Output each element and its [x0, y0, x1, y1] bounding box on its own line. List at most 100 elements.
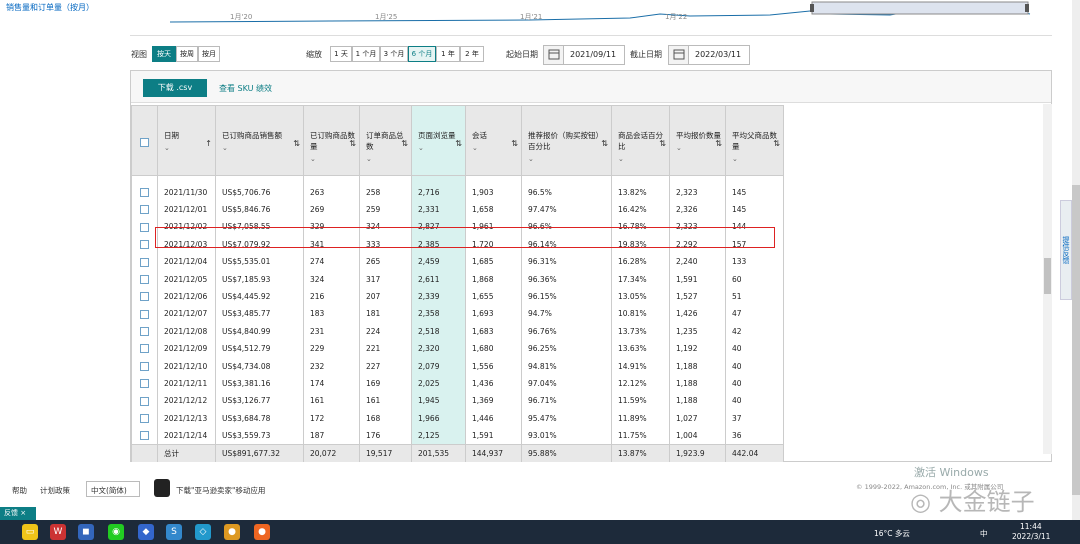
- page-scroll-thumb[interactable]: [1072, 185, 1080, 495]
- table-row[interactable]: 2021/12/01 US$5,846.76 269 259 2,331 1,658 97.…: [131, 200, 784, 219]
- col-sales[interactable]: 已订购商品销售额 ⌄ ⇅: [215, 105, 304, 176]
- sort-icon[interactable]: ⇅: [349, 138, 356, 149]
- browser-tab[interactable]: 反馈 ×: [0, 507, 36, 520]
- row-checkbox[interactable]: [140, 240, 149, 250]
- row-checkbox-cell[interactable]: [131, 357, 158, 375]
- row-checkbox-cell[interactable]: [131, 374, 158, 393]
- table-row[interactable]: 2021/12/10 US$4,734.08 232 227 2,079 1,556 94.…: [131, 357, 784, 375]
- zoom-6m-button[interactable]: 6 个月: [408, 46, 436, 62]
- wps-icon[interactable]: W: [50, 524, 66, 540]
- row-checkbox-cell[interactable]: [131, 340, 158, 358]
- ime-indicator[interactable]: 中: [980, 528, 988, 539]
- col-units[interactable]: 已订购商品数量 ⌄ ⇅: [303, 105, 360, 176]
- col-order-items[interactable]: 订单商品总数 ⌄ ⇅: [359, 105, 412, 176]
- app-icon[interactable]: S: [166, 524, 182, 540]
- col-buybox[interactable]: 推荐报价（购买按钮）百分比 ⌄ ⇅: [521, 105, 612, 176]
- row-checkbox[interactable]: [140, 187, 149, 197]
- table-row[interactable]: 2021/11/30 US$5,706.76 263 258 2,716 1,903 96.…: [131, 183, 784, 201]
- sort-icon[interactable]: ⇅: [715, 138, 722, 149]
- table-row[interactable]: 2021/12/08 US$4,840.99 231 224 2,518 1,683 96.…: [131, 322, 784, 341]
- row-checkbox[interactable]: [140, 361, 149, 371]
- sort-icon[interactable]: ⇅: [293, 138, 300, 149]
- col-avg-parent[interactable]: 平均父商品数量 ⌄ ⇅: [725, 105, 784, 176]
- row-checkbox-cell[interactable]: [131, 287, 158, 306]
- row-checkbox-cell[interactable]: [131, 305, 158, 323]
- select-all-checkbox[interactable]: [140, 137, 149, 147]
- row-checkbox[interactable]: [140, 379, 149, 389]
- col-session-pct[interactable]: 商品会话百分比 ⌄ ⇅: [611, 105, 670, 176]
- row-checkbox[interactable]: [140, 257, 149, 267]
- calendar-icon[interactable]: [544, 46, 564, 64]
- table-row[interactable]: 2021/12/12 US$3,126.77 161 161 1,945 1,369 96.…: [131, 392, 784, 410]
- row-checkbox[interactable]: [140, 222, 149, 232]
- close-icon[interactable]: ×: [20, 509, 26, 517]
- row-checkbox[interactable]: [140, 327, 149, 337]
- row-checkbox[interactable]: [140, 274, 149, 284]
- end-date-input[interactable]: 2022/03/11: [668, 45, 750, 65]
- zoom-1d-button[interactable]: 1 天: [330, 46, 352, 62]
- table-row[interactable]: 2021/12/04 US$5,535.01 274 265 2,459 1,685 96.…: [131, 253, 784, 271]
- row-checkbox[interactable]: [140, 431, 149, 441]
- sort-icon[interactable]: ⇅: [601, 138, 608, 149]
- col-date[interactable]: 日期 ⌄ ↑: [157, 105, 216, 176]
- sort-icon[interactable]: ↑: [205, 138, 212, 149]
- row-checkbox-cell[interactable]: [131, 426, 158, 445]
- sort-icon[interactable]: ⇅: [659, 138, 666, 149]
- chrome-icon[interactable]: ●: [224, 524, 240, 540]
- sku-performance-link[interactable]: 查看 SKU 绩效: [219, 83, 272, 94]
- app-icon[interactable]: ◇: [195, 524, 211, 540]
- table-scroll-thumb[interactable]: [1044, 258, 1051, 294]
- table-row[interactable]: 2021/12/14 US$3,559.73 187 176 2,125 1,591 93.…: [131, 426, 784, 445]
- zoom-1m-button[interactable]: 1 个月: [352, 46, 380, 62]
- footer-policy-link[interactable]: 计划政策: [40, 485, 70, 496]
- footer-help-link[interactable]: 帮助: [12, 485, 27, 496]
- table-row[interactable]: 2021/12/07 US$3,485.77 183 181 2,358 1,693 94.…: [131, 305, 784, 323]
- clock-time[interactable]: 11:44: [1020, 522, 1042, 531]
- table-row[interactable]: 2021/12/13 US$3,684.78 172 168 1,966 1,446 95.…: [131, 409, 784, 427]
- clock-date[interactable]: 2022/3/11: [1012, 532, 1050, 541]
- row-checkbox[interactable]: [140, 292, 149, 302]
- sort-icon[interactable]: ⇅: [401, 138, 408, 149]
- view-month-button[interactable]: 按月: [198, 46, 220, 62]
- row-checkbox[interactable]: [140, 396, 149, 406]
- view-week-button[interactable]: 按周: [176, 46, 198, 62]
- row-checkbox-cell[interactable]: [131, 235, 158, 254]
- row-checkbox-cell[interactable]: [131, 218, 158, 236]
- row-checkbox-cell[interactable]: [131, 200, 158, 219]
- table-row[interactable]: 2021/12/11 US$3,381.16 174 169 2,025 1,436 97.…: [131, 374, 784, 393]
- view-day-button[interactable]: 按天: [152, 46, 176, 62]
- start-date-input[interactable]: 2021/09/11: [543, 45, 625, 65]
- wechat-icon[interactable]: ◉: [108, 524, 124, 540]
- row-checkbox-cell[interactable]: [131, 409, 158, 427]
- zoom-3m-button[interactable]: 3 个月: [380, 46, 408, 62]
- app-icon[interactable]: ◆: [138, 524, 154, 540]
- language-select[interactable]: 中文(简体): [86, 481, 140, 497]
- calendar-icon[interactable]: [669, 46, 689, 64]
- row-checkbox-cell[interactable]: [131, 253, 158, 271]
- row-checkbox[interactable]: [140, 309, 149, 319]
- row-checkbox-cell[interactable]: [131, 183, 158, 201]
- weather[interactable]: 16°C 多云: [874, 528, 910, 539]
- zoom-1y-button[interactable]: 1 年: [436, 46, 460, 62]
- row-checkbox[interactable]: [140, 414, 149, 424]
- table-row[interactable]: 2021/12/05 US$7,185.93 324 317 2,611 1,868 96.…: [131, 270, 784, 288]
- sort-icon[interactable]: ⇅: [455, 138, 462, 149]
- row-checkbox[interactable]: [140, 344, 149, 354]
- col-page-views[interactable]: 页面浏览量 ⌄ ⇅: [411, 105, 466, 176]
- app-icon[interactable]: ◼: [78, 524, 94, 540]
- download-csv-button[interactable]: 下载 .csv: [143, 79, 207, 97]
- sort-icon[interactable]: ⇅: [773, 138, 780, 149]
- col-sessions[interactable]: 会话 ⌄ ⇅: [465, 105, 522, 176]
- row-checkbox-cell[interactable]: [131, 322, 158, 341]
- firefox-icon[interactable]: ●: [254, 524, 270, 540]
- sidebar-link-monthly[interactable]: 销售量和订单量（按月）: [6, 2, 94, 13]
- mobile-app-link[interactable]: 下载"亚马逊卖家"移动应用: [176, 485, 265, 496]
- col-avg-offers[interactable]: 平均报价数量 ⌄ ⇅: [669, 105, 726, 176]
- select-all-header[interactable]: [131, 105, 158, 176]
- folder-icon[interactable]: ▭: [22, 524, 38, 540]
- feedback-tab[interactable]: 提供反馈: [1060, 200, 1072, 300]
- table-row[interactable]: 2021/12/06 US$4,445.92 216 207 2,339 1,655 96.…: [131, 287, 784, 306]
- row-checkbox-cell[interactable]: [131, 392, 158, 410]
- row-checkbox-cell[interactable]: [131, 270, 158, 288]
- table-row[interactable]: 2021/12/09 US$4,512.79 229 221 2,320 1,680 96.…: [131, 340, 784, 358]
